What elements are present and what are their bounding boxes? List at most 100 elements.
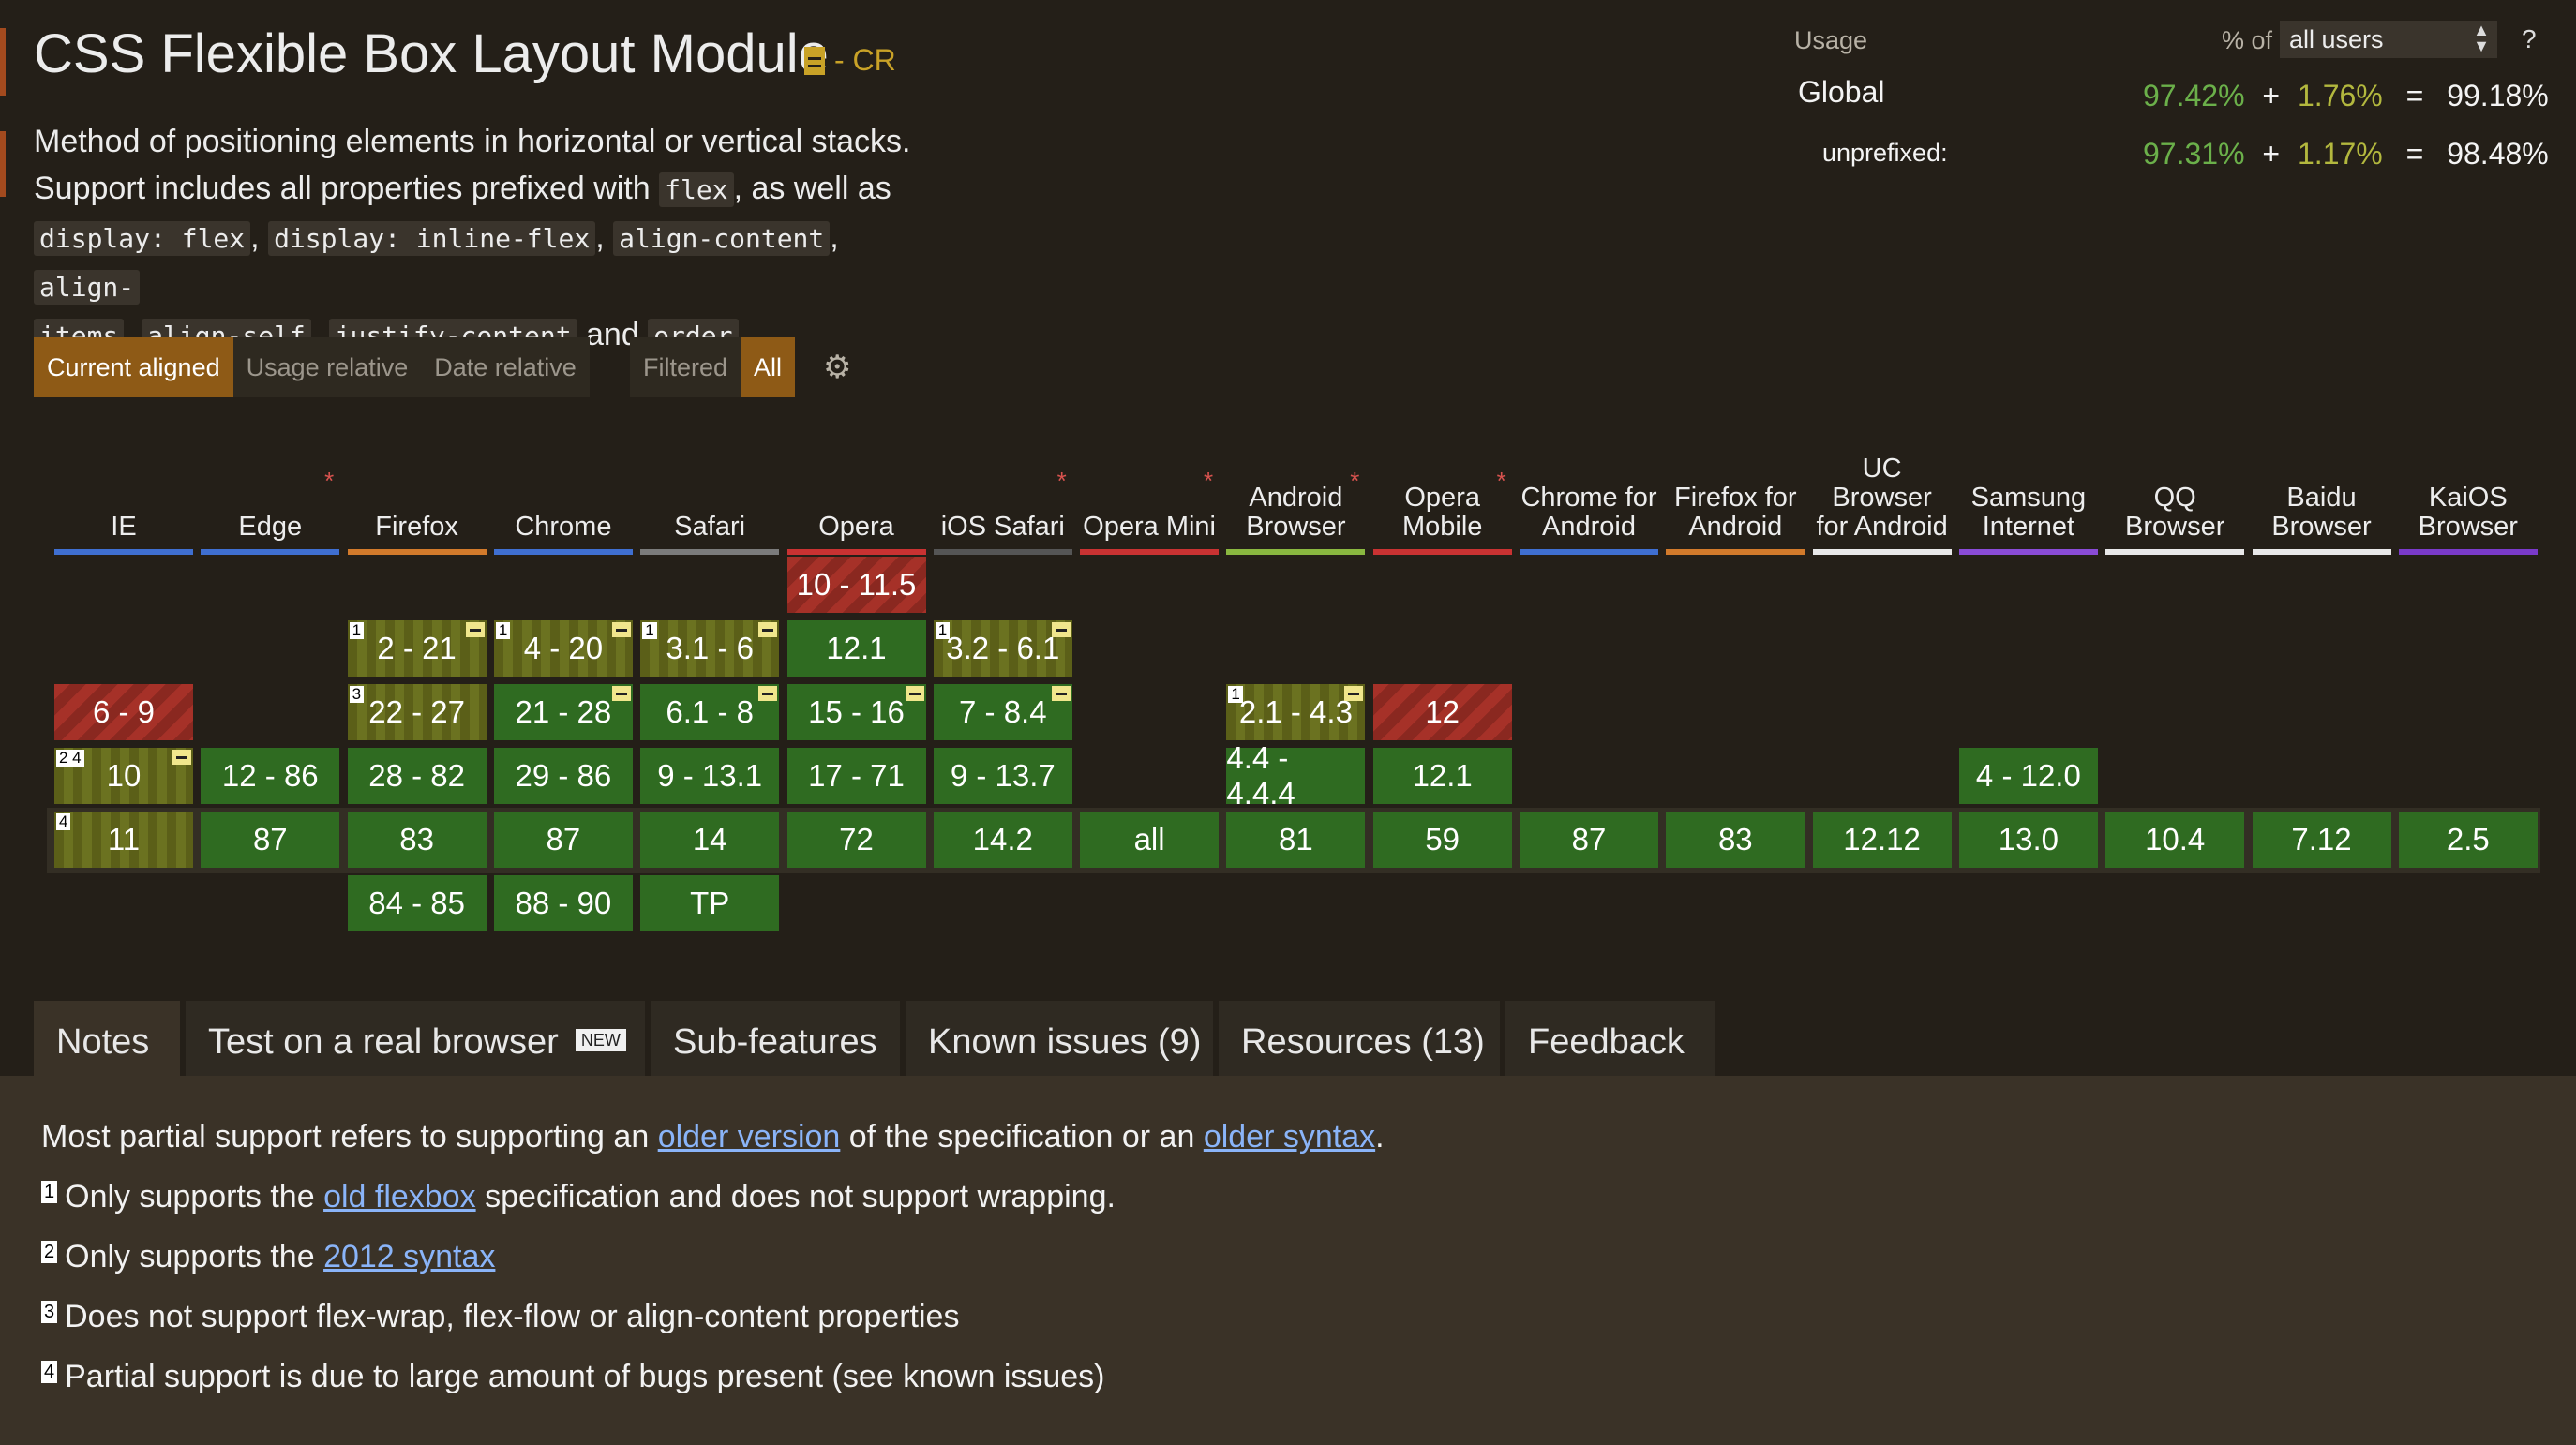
users-select[interactable]: all users ▲ ▼ bbox=[2280, 21, 2497, 58]
browser-header-opera-mini: Opera Mini * bbox=[1080, 403, 1220, 555]
equals-sign: = bbox=[2405, 79, 2424, 112]
support-cell[interactable]: 88 - 90 bbox=[493, 875, 633, 931]
version-range: 9 - 13.7 bbox=[950, 758, 1056, 793]
prefix-required-icon bbox=[1051, 622, 1071, 637]
support-cell[interactable]: 84 - 85 bbox=[347, 875, 487, 931]
support-cell[interactable]: 87 bbox=[201, 812, 340, 868]
browser-header-ie: IE bbox=[54, 403, 193, 555]
prefix-required-icon bbox=[758, 686, 778, 701]
support-cell[interactable]: 9 - 13.1 bbox=[640, 748, 780, 804]
support-cell[interactable]: 4 - 12.0 bbox=[1958, 748, 2098, 804]
support-cell[interactable]: 4.4 - 4.4.4 bbox=[1226, 740, 1366, 811]
support-cell[interactable]: 12.1 bbox=[1372, 748, 1512, 804]
support-cell[interactable]: 15 - 16 bbox=[786, 684, 926, 740]
support-cell[interactable]: 12.1 bbox=[786, 620, 926, 677]
2012-syntax-link[interactable]: 2012 syntax bbox=[323, 1239, 495, 1274]
older-syntax-link[interactable]: older syntax bbox=[1204, 1119, 1375, 1155]
tab-resources[interactable]: Resources (13) bbox=[1219, 1001, 1500, 1076]
support-cell[interactable]: 72 bbox=[786, 812, 926, 868]
version-range: 12.12 bbox=[1843, 822, 1921, 857]
support-cell[interactable]: 21 - 28 bbox=[493, 684, 633, 740]
note-3: 3 Does not support flex-wrap, flex-flow o… bbox=[41, 1299, 959, 1335]
unprefixed-usage-values: 97.31% + 1.17% = 98.48% bbox=[2143, 137, 2549, 171]
support-cell[interactable]: 2 - 21 1 bbox=[347, 620, 487, 677]
support-cell[interactable]: 12 - 86 bbox=[201, 748, 340, 804]
support-cell[interactable]: 14.2 bbox=[933, 812, 1072, 868]
note-text: Partial support is due to large amount o… bbox=[65, 1359, 1105, 1394]
support-cell[interactable]: 3.1 - 6 1 bbox=[640, 620, 780, 677]
current-aligned-button[interactable]: Current aligned bbox=[34, 337, 233, 397]
support-cell[interactable]: 22 - 27 3 bbox=[347, 684, 487, 740]
unprefixed-partial: 1.17% bbox=[2298, 137, 2383, 171]
tab-known-issues[interactable]: Known issues (9) bbox=[906, 1001, 1213, 1076]
code-align-content: align-content bbox=[613, 221, 831, 256]
old-flexbox-link[interactable]: old flexbox bbox=[323, 1179, 476, 1214]
version-range: 2.1 - 4.3 bbox=[1238, 694, 1353, 729]
code-flex: flex bbox=[659, 172, 734, 207]
help-link[interactable]: ? bbox=[2522, 24, 2537, 54]
browser-name: UC Browser for Android bbox=[1816, 454, 1948, 542]
support-cell[interactable]: 10.4 bbox=[2105, 812, 2245, 868]
support-cell[interactable]: 9 - 13.7 bbox=[933, 748, 1072, 804]
older-version-link[interactable]: older version bbox=[658, 1119, 841, 1155]
browser-notes-asterisk: * bbox=[1496, 467, 1506, 495]
usage-relative-button[interactable]: Usage relative bbox=[233, 337, 422, 397]
date-relative-button[interactable]: Date relative bbox=[421, 337, 590, 397]
support-cell[interactable]: 12.12 bbox=[1812, 812, 1952, 868]
gear-icon[interactable]: ⚙ bbox=[823, 350, 857, 384]
support-cell[interactable]: 29 - 86 bbox=[493, 748, 633, 804]
all-button[interactable]: All bbox=[741, 337, 796, 397]
support-cell[interactable]: 28 - 82 bbox=[347, 748, 487, 804]
version-range: 15 - 16 bbox=[808, 694, 905, 729]
browser-color-bar bbox=[640, 549, 780, 555]
support-cell[interactable]: 14 bbox=[640, 812, 780, 868]
version-range: 22 - 27 bbox=[368, 694, 465, 729]
version-range: 11 bbox=[107, 822, 141, 857]
tab-notes[interactable]: Notes bbox=[34, 1001, 180, 1076]
tab-sub-features[interactable]: Sub-features bbox=[651, 1001, 900, 1076]
prefix-required-icon bbox=[1344, 686, 1364, 701]
tab-test-real-browser[interactable]: Test on a real browser NEW bbox=[186, 1001, 645, 1076]
version-range: 21 - 28 bbox=[515, 694, 612, 729]
browser-color-bar bbox=[54, 549, 193, 555]
support-cell[interactable]: 83 bbox=[1666, 812, 1805, 868]
support-cell[interactable]: 10 2 4 bbox=[54, 748, 193, 804]
title-accent-bar bbox=[0, 28, 6, 96]
global-total: 99.18% bbox=[2447, 79, 2549, 112]
version-range: all bbox=[1133, 822, 1165, 857]
tab-feedback[interactable]: Feedback bbox=[1505, 1001, 1715, 1076]
support-cell[interactable]: 11 4 bbox=[54, 812, 193, 868]
support-cell[interactable]: 7 - 8.4 bbox=[933, 684, 1072, 740]
support-cell[interactable]: all bbox=[1080, 812, 1220, 868]
version-range: 10 - 11.5 bbox=[796, 567, 917, 602]
notes-intro: Most partial support refers to supportin… bbox=[41, 1119, 1385, 1155]
filtered-button[interactable]: Filtered bbox=[630, 337, 741, 397]
note-reference: 4 bbox=[56, 813, 71, 830]
support-cell[interactable]: 59 bbox=[1372, 812, 1512, 868]
support-cell[interactable]: 81 bbox=[1226, 812, 1366, 868]
support-cell[interactable]: 83 bbox=[347, 812, 487, 868]
support-cell[interactable]: 17 - 71 bbox=[786, 748, 926, 804]
note-reference: 3 bbox=[349, 686, 365, 703]
support-cell[interactable]: 87 bbox=[1520, 812, 1658, 868]
version-range: 10 bbox=[106, 758, 142, 793]
version-range: 17 - 71 bbox=[808, 758, 905, 793]
support-cell[interactable]: 4 - 20 1 bbox=[493, 620, 633, 677]
support-cell[interactable]: 3.2 - 6.1 1 bbox=[933, 620, 1072, 677]
version-range: 6 - 9 bbox=[92, 694, 156, 729]
support-cell[interactable]: 87 bbox=[493, 812, 633, 868]
version-range: 12.1 bbox=[826, 631, 887, 665]
support-cell[interactable]: 13.0 bbox=[1958, 812, 2098, 868]
support-cell[interactable]: 12 bbox=[1372, 684, 1512, 740]
support-cell[interactable]: 6 - 9 bbox=[54, 684, 193, 740]
support-cell[interactable]: 10 - 11.5 bbox=[786, 557, 926, 613]
browser-notes-asterisk: * bbox=[324, 467, 335, 495]
prefix-required-icon bbox=[611, 622, 631, 637]
support-cell[interactable]: 2.1 - 4.3 1 bbox=[1226, 684, 1366, 740]
code-align-items: align- bbox=[34, 270, 141, 305]
support-cell[interactable]: TP bbox=[640, 875, 780, 931]
support-cell[interactable]: 2.5 bbox=[2398, 812, 2538, 868]
spec-status[interactable]: - CR bbox=[804, 43, 896, 78]
support-cell[interactable]: 6.1 - 8 bbox=[640, 684, 780, 740]
support-cell[interactable]: 7.12 bbox=[2252, 812, 2391, 868]
